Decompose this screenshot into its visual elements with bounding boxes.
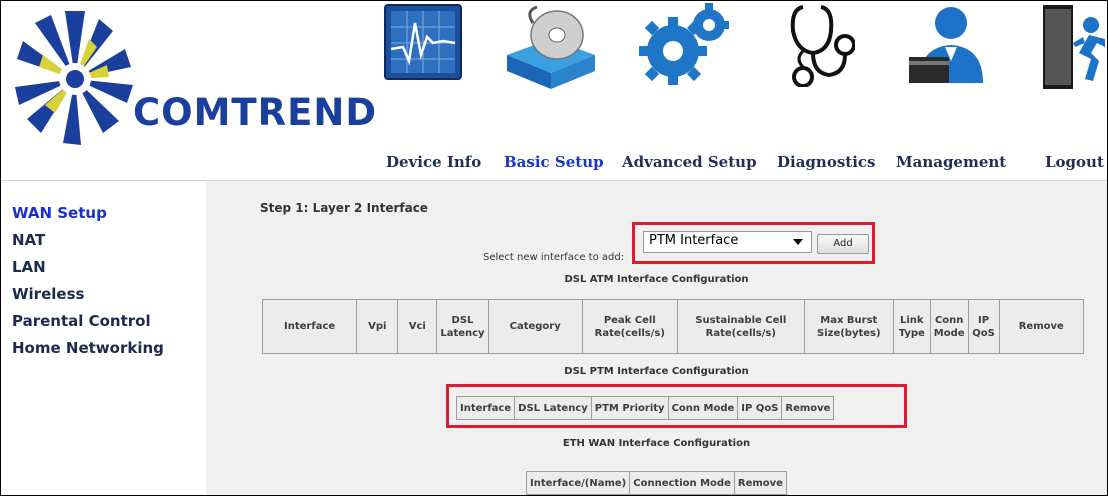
stethoscope-icon[interactable]: [783, 3, 856, 88]
eth-config-title: ETH WAN Interface Configuration: [562, 438, 751, 449]
column-header: Peak Cell Rate(cells/s): [581, 299, 678, 354]
atm-config-title: DSL ATM Interface Configuration: [564, 274, 749, 285]
chevron-down-icon: [793, 239, 803, 245]
column-header: Interface/(Name): [525, 471, 631, 495]
column-header: IP QoS: [737, 396, 783, 420]
column-header: Vpi: [356, 299, 399, 354]
column-header: Sustainable Cell Rate(cells/s): [676, 299, 805, 354]
column-header: Interface: [455, 396, 516, 420]
sidebar: WAN Setup NAT LAN Wireless Parental Cont…: [1, 181, 206, 495]
nav-management[interactable]: Management: [896, 153, 1006, 171]
interface-type-select-value: PTM Interface: [649, 233, 739, 248]
page-title: Step 1: Layer 2 Interface: [260, 201, 428, 215]
nav-basic-setup[interactable]: Basic Setup: [504, 153, 604, 171]
column-header: DSL Latency: [514, 396, 592, 420]
sidebar-item-home-networking[interactable]: Home Networking: [12, 339, 164, 357]
interface-type-select[interactable]: PTM Interface: [643, 231, 812, 253]
router-admin-window: COMTREND Device Info Basic Setup Advance…: [0, 0, 1108, 496]
atm-interface-table: Interface Vpi Vci DSL Latency Category P…: [261, 299, 1085, 354]
disc-box-icon[interactable]: [503, 3, 599, 89]
column-header: Connection Mode: [629, 471, 735, 495]
column-header: Vci: [397, 299, 438, 354]
exit-door-icon[interactable]: [1039, 3, 1107, 91]
nav-logout[interactable]: Logout: [1045, 153, 1104, 171]
nav-diagnostics[interactable]: Diagnostics: [777, 153, 875, 171]
table-header-row: Interface DSL Latency PTM Priority Conn …: [455, 396, 835, 420]
column-header: Conn Mode: [929, 299, 969, 354]
column-header: Remove: [733, 471, 787, 495]
sidebar-item-wan-setup[interactable]: WAN Setup: [12, 204, 107, 222]
nav-advanced-setup[interactable]: Advanced Setup: [622, 153, 757, 171]
gears-icon[interactable]: [637, 3, 729, 87]
add-button[interactable]: Add: [817, 234, 869, 254]
column-header: Conn Mode: [667, 396, 739, 420]
column-header: Remove: [781, 396, 835, 420]
column-header: Link Type: [892, 299, 931, 354]
eth-wan-interface-table: Interface/(Name) Connection Mode Remove: [525, 471, 787, 495]
column-header: DSL Latency: [436, 299, 489, 354]
nav-device-info[interactable]: Device Info: [386, 153, 481, 171]
column-header: Interface: [261, 299, 358, 354]
sidebar-item-parental-control[interactable]: Parental Control: [12, 312, 151, 330]
column-header: IP QoS: [967, 299, 1000, 354]
main-content: Step 1: Layer 2 Interface Select new int…: [206, 181, 1107, 495]
monitor-chart-icon[interactable]: [383, 3, 465, 81]
column-header: Remove: [998, 299, 1085, 354]
admin-user-icon[interactable]: [905, 3, 989, 85]
column-header: Max Burst Size(bytes): [803, 299, 894, 354]
ptm-interface-table: Interface DSL Latency PTM Priority Conn …: [455, 396, 835, 420]
column-header: Category: [487, 299, 583, 354]
comtrend-logo: COMTREND: [15, 9, 376, 149]
sidebar-item-nat[interactable]: NAT: [12, 231, 45, 249]
column-header: PTM Priority: [590, 396, 669, 420]
table-header-row: Interface Vpi Vci DSL Latency Category P…: [261, 299, 1085, 354]
comtrend-starburst-icon: [15, 11, 133, 145]
brand-name: COMTREND: [133, 91, 378, 134]
ptm-config-title: DSL PTM Interface Configuration: [564, 366, 749, 377]
header: COMTREND Device Info Basic Setup Advance…: [1, 1, 1107, 181]
table-header-row: Interface/(Name) Connection Mode Remove: [525, 471, 787, 495]
select-interface-label: Select new interface to add:: [483, 252, 625, 263]
sidebar-item-lan[interactable]: LAN: [12, 258, 46, 276]
sidebar-item-wireless[interactable]: Wireless: [12, 285, 84, 303]
